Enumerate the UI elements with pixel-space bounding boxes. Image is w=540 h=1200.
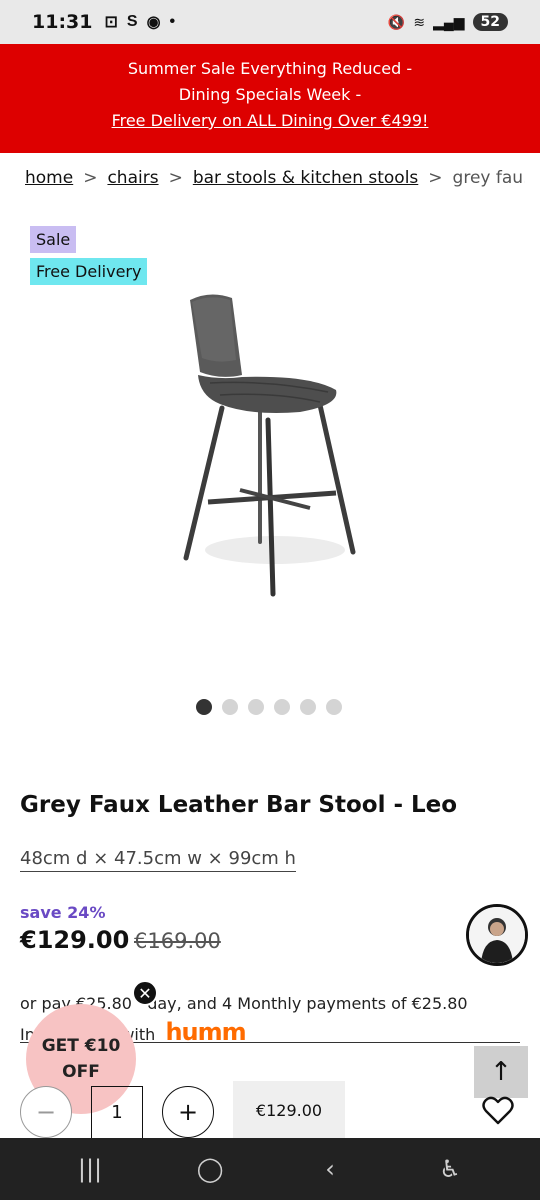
messenger-icon: ◉ [146, 14, 161, 31]
breadcrumb-home[interactable]: home [25, 168, 73, 188]
breadcrumb-separator: > [168, 168, 183, 188]
discount-line-2: OFF [62, 1062, 100, 1082]
signal-icon: ▂▄▆ [433, 13, 465, 30]
quantity-value[interactable]: 1 [91, 1086, 143, 1138]
product-dimensions[interactable]: 48cm d × 47.5cm w × 99cm h [20, 848, 296, 872]
heart-icon[interactable] [482, 1095, 514, 1127]
product-image[interactable] [150, 280, 390, 610]
breadcrumb-separator: > [428, 168, 443, 188]
promo-delivery-link[interactable]: Free Delivery on ALL Dining Over €499! [0, 108, 540, 134]
free-delivery-badge: Free Delivery [30, 258, 148, 285]
status-system-icons: 🔇 ≋ ▂▄▆ 52 [388, 13, 508, 31]
system-navigation-bar: ||| ◯ ‹ ♿ [0, 1138, 540, 1200]
promo-banner: Summer Sale Everything Reduced - Dining … [0, 44, 540, 153]
carousel-dot[interactable] [326, 699, 342, 715]
discount-line-1: GET €10 [41, 1036, 121, 1056]
breadcrumb: home > chairs > bar stools & kitchen stools >… [25, 168, 525, 188]
status-time: 11:31 [32, 11, 93, 33]
breadcrumb-bar-stools[interactable]: bar stools & kitchen stools [193, 168, 418, 188]
wifi-icon: ≋ [413, 13, 426, 30]
breadcrumb-current: grey fau… [452, 168, 525, 188]
chat-assistant-avatar[interactable] [466, 904, 528, 966]
close-icon[interactable]: ✕ [132, 980, 158, 1006]
carousel-dot[interactable] [196, 699, 212, 715]
original-price: €169.00 [134, 929, 221, 953]
promo-line-1: Summer Sale Everything Reduced - [127, 59, 413, 78]
quantity-increase-button[interactable]: + [162, 1086, 214, 1138]
carousel-dot[interactable] [300, 699, 316, 715]
battery-indicator: 52 [472, 13, 508, 31]
promo-line-2: Dining Specials Week - [178, 85, 362, 104]
current-price: €129.00 [20, 926, 130, 954]
back-icon[interactable]: ‹ [300, 1155, 360, 1183]
carousel-dot[interactable] [274, 699, 290, 715]
dot-icon: • [169, 13, 176, 30]
recent-apps-icon[interactable]: ||| [60, 1155, 120, 1183]
status-bar: 11:31 ⊡ S ◉ • 🔇 ≋ ▂▄▆ 52 [0, 0, 540, 44]
carousel-dot[interactable] [248, 699, 264, 715]
mute-icon: 🔇 [387, 13, 406, 30]
person-icon [469, 907, 525, 963]
add-to-cart-button[interactable]: €129.00 [233, 1081, 345, 1139]
home-icon[interactable]: ◯ [180, 1155, 240, 1183]
image-carousel-dots [196, 699, 342, 715]
screenshot-icon: ⊡ [104, 14, 118, 31]
breadcrumb-separator: > [83, 168, 98, 188]
status-notification-icons: ⊡ S ◉ • [104, 12, 175, 32]
carousel-dot[interactable] [222, 699, 238, 715]
quantity-decrease-button[interactable]: − [20, 1086, 72, 1138]
s-app-icon: S [126, 13, 138, 30]
product-title: Grey Faux Leather Bar Stool - Leo [20, 792, 458, 818]
save-percentage: save 24% [20, 903, 106, 922]
scroll-to-top-button[interactable]: ↑ [474, 1046, 528, 1098]
sale-badge: Sale [30, 226, 77, 253]
breadcrumb-chairs[interactable]: chairs [107, 168, 158, 188]
accessibility-icon[interactable]: ♿ [420, 1155, 480, 1183]
